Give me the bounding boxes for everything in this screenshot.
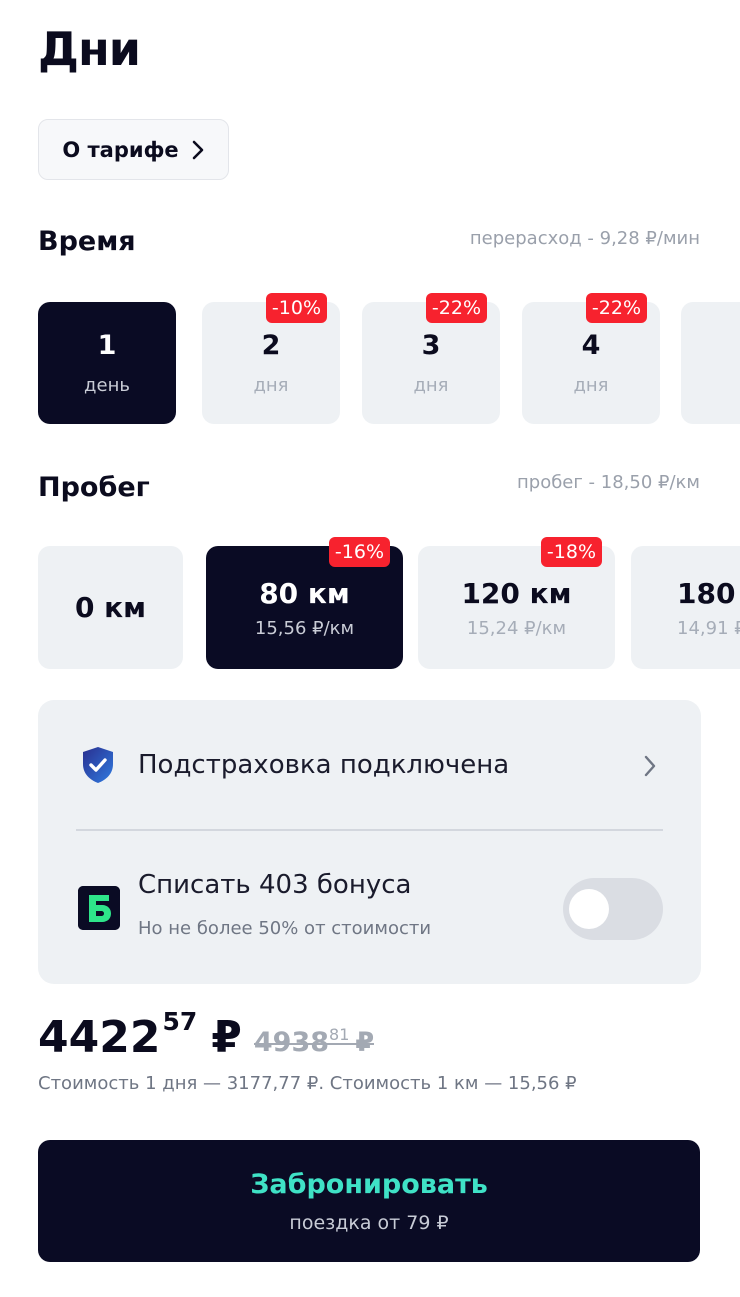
overtime-rate: перерасход - 9,28 ₽/мин [469,228,700,249]
day-option-number: 1 [97,330,117,361]
mileage-selector: 0 км 80 км 15,56 ₽/км -16% 120 км 15,24 … [0,537,740,677]
mileage-option-120[interactable]: 120 км 15,24 ₽/км -18% [418,537,615,669]
day-option-4[interactable]: 4 дня -22% [522,293,660,424]
discount-badge: -18% [540,537,602,567]
mileage-option-rate: 15,56 ₽/км [254,617,355,639]
day-option-unit: дня [573,375,609,396]
mileage-section-title: Пробег [38,472,150,503]
insurance-label: Подстраховка подключена [138,750,510,780]
divider [76,829,663,831]
mileage-rate: пробег - 18,50 ₽/км [517,472,700,493]
about-tariff-button[interactable]: О тарифе [38,119,229,180]
mileage-option-rate: 15,24 ₽/км [466,617,567,639]
book-button[interactable]: Забронировать поездка от 79 ₽ [38,1140,700,1262]
book-button-label: Забронировать [250,1168,488,1200]
day-option-unit: дня [253,375,289,396]
bonus-subtitle: Но не более 50% от стоимости [138,918,432,939]
day-option-1[interactable]: 1 день [38,302,176,424]
price-currency: ₽ [211,1012,242,1063]
day-option-5[interactable]: д [681,302,740,424]
mileage-option-rate: 14,91 ₽ [677,617,740,639]
page-title: Дни [38,22,141,76]
bonus-logo-icon [78,886,120,930]
old-price: 4938 81 ₽ [253,1025,375,1060]
day-option-number: 2 [261,330,281,361]
cost-breakdown: Стоимость 1 дня — 3177,77 ₽. Стоимость 1… [38,1073,577,1094]
book-button-sub: поездка от 79 ₽ [289,1211,449,1234]
old-price-kopecks: 81 [329,1025,350,1044]
price-kopecks: 57 [162,1007,198,1036]
day-option-2[interactable]: 2 дня -10% [202,293,340,424]
options-panel: Подстраховка подключена Списать 403 бону… [38,700,701,984]
mileage-option-0[interactable]: 0 км [38,546,183,669]
mileage-option-km: 80 км [259,576,350,610]
mileage-option-180[interactable]: 180 14,91 ₽ [631,546,740,669]
mileage-option-km: 0 км [74,591,147,624]
mileage-option-km: 180 [677,576,736,610]
discount-badge: -22% [585,293,647,323]
price-main: 4422 [38,1012,161,1063]
day-option-number: 4 [581,330,601,361]
day-option-unit: день [84,375,130,396]
discount-badge: -10% [265,293,327,323]
days-selector: 1 день 2 дня -10% 3 дня -22% 4 дня -22% … [0,293,740,433]
shield-check-icon [83,747,113,783]
insurance-row[interactable]: Подстраховка подключена [38,730,701,800]
about-tariff-label: О тарифе [62,137,179,162]
mileage-option-80[interactable]: 80 км 15,56 ₽/км -16% [206,537,403,669]
day-option-unit: дня [413,375,449,396]
total-price: 4422 57 ₽ 4938 81 ₽ [38,1007,375,1068]
strikethrough-line [253,1043,375,1045]
bonus-toggle[interactable] [563,878,663,940]
chevron-right-icon [644,755,656,777]
toggle-knob [569,889,609,929]
mileage-option-km: 120 км [461,576,572,610]
day-option-3[interactable]: 3 дня -22% [362,293,500,424]
bonus-title: Списать 403 бонуса [138,870,412,900]
discount-badge: -22% [425,293,487,323]
time-section-title: Время [38,226,136,257]
day-option-number: 3 [421,330,441,361]
chevron-right-icon [192,140,203,159]
discount-badge: -16% [328,537,390,567]
